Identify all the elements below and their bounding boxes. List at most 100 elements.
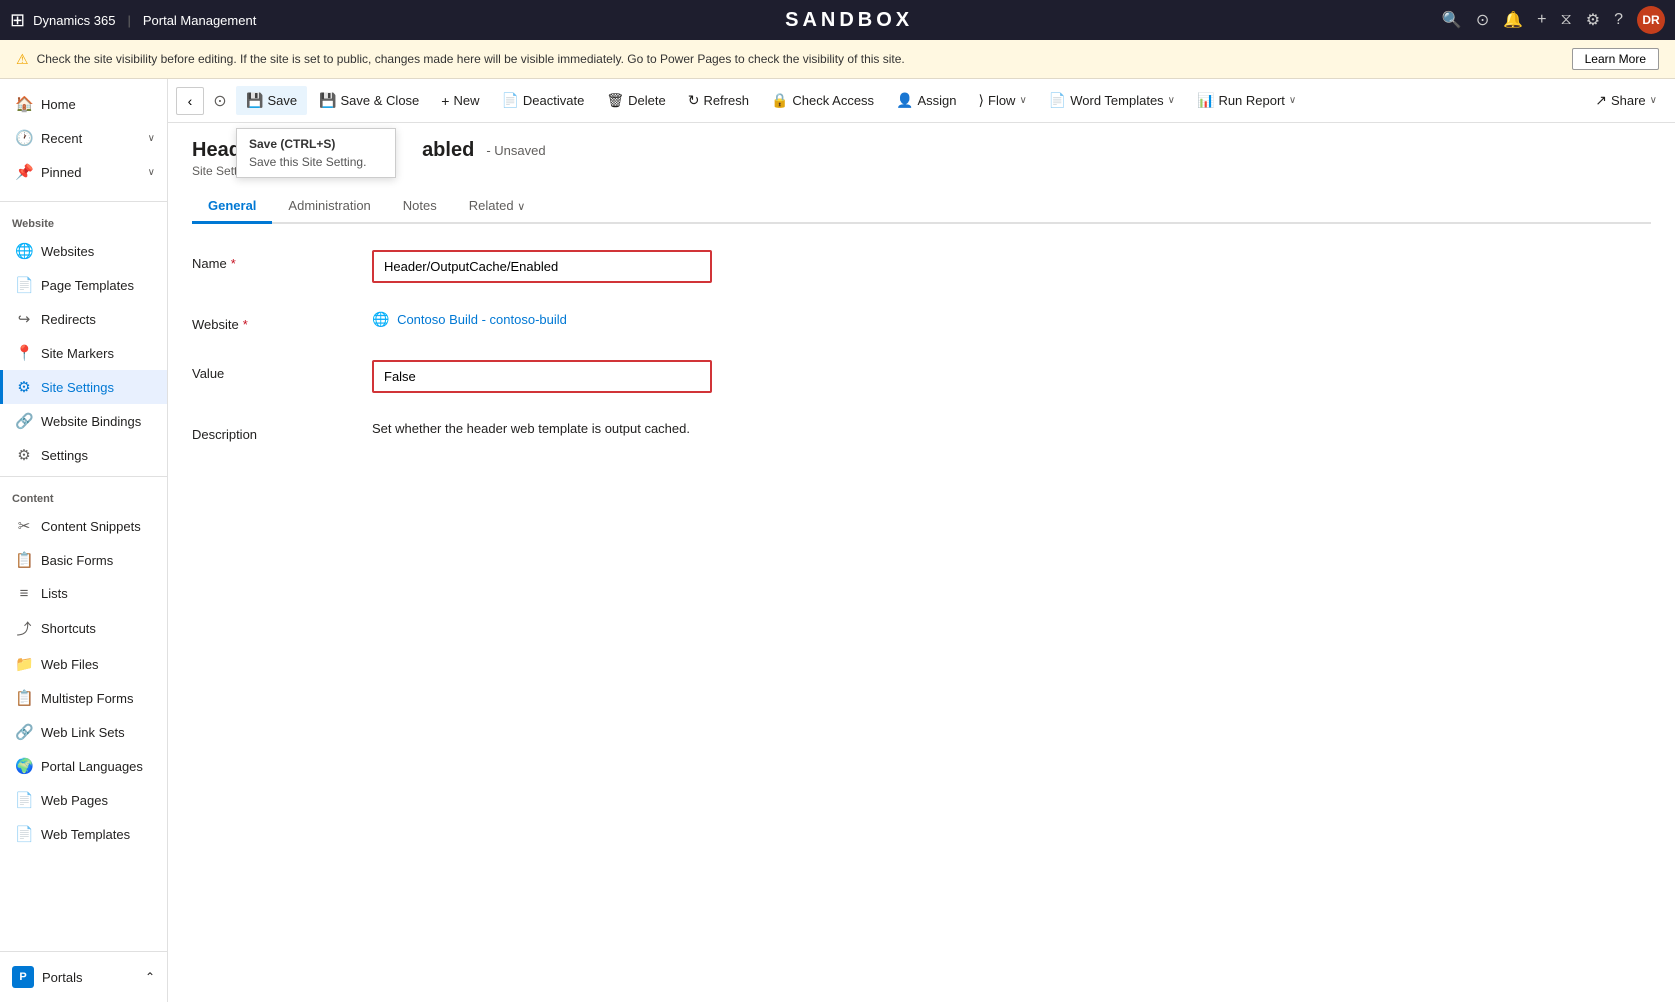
sidebar-item-recent[interactable]: 🕐 Recent ∨ [0,121,167,155]
sidebar-item-label: Page Templates [41,278,134,293]
share-button[interactable]: ↗ Share ∨ [1585,86,1667,115]
tabs: General Administration Notes Related ∨ [192,190,1651,224]
flow-button[interactable]: ⟩ Flow ∨ [969,86,1037,115]
sidebar-item-label: Web Pages [41,793,108,808]
app-grid-icon[interactable]: ⊞ [10,10,25,31]
save-button[interactable]: 💾 Save [236,86,307,115]
sidebar-item-shortcuts[interactable]: ⤴ Shortcuts [0,610,167,647]
run-report-button[interactable]: 📊 Run Report ∨ [1187,86,1306,115]
sidebar-item-site-settings[interactable]: ⚙ Site Settings [0,370,167,404]
sidebar-item-label: Shortcuts [41,621,96,636]
value-input[interactable] [376,364,708,389]
sidebar-item-label: Websites [41,244,94,259]
settings-icon[interactable]: ⚙ [1586,10,1600,30]
sidebar-item-basic-forms[interactable]: 📋 Basic Forms [0,543,167,577]
lists-icon: ≡ [15,585,33,602]
website-link[interactable]: Contoso Build - contoso-build [397,312,567,327]
pinned-icon: 📌 [15,163,33,181]
brand-label: Dynamics 365 [33,13,115,28]
website-bindings-icon: 🔗 [15,412,33,430]
chevron-icon: ∨ [148,167,155,178]
run-report-icon: 📊 [1197,92,1214,109]
word-templates-label: Word Templates [1070,93,1163,108]
refresh-button[interactable]: ↻ Refresh [678,86,759,115]
notifications-icon[interactable]: 🔔 [1503,10,1523,30]
site-markers-icon: 📍 [15,344,33,362]
name-input-wrapper [372,250,712,283]
name-input[interactable] [376,254,708,279]
sidebar-item-label: Site Settings [41,380,114,395]
sidebar-item-websites[interactable]: 🌐 Websites [0,234,167,268]
deactivate-label: Deactivate [523,93,584,108]
sidebar-item-multistep-forms[interactable]: 📋 Multistep Forms [0,681,167,715]
tab-notes[interactable]: Notes [387,190,453,224]
sidebar-item-website-bindings[interactable]: 🔗 Website Bindings [0,404,167,438]
chevron-icon: ∨ [148,133,155,144]
chevron-down-icon: ∨ [1289,95,1296,106]
chevron-down-icon: ∨ [517,201,525,213]
sidebar-item-portal-languages[interactable]: 🌍 Portal Languages [0,749,167,783]
sidebar-item-lists[interactable]: ≡ Lists [0,577,167,610]
delete-label: Delete [628,93,666,108]
forward-button[interactable]: ⊙ [206,87,234,115]
tab-general[interactable]: General [192,190,272,224]
sidebar-item-web-templates[interactable]: 📄 Web Templates [0,817,167,851]
avatar[interactable]: DR [1637,6,1665,34]
sidebar-item-label: Recent [41,131,82,146]
chevron-down-icon: ∨ [1650,95,1657,106]
filter-icon[interactable]: ⧖ [1561,11,1572,29]
sidebar-item-content-snippets[interactable]: ✂ Content Snippets [0,509,167,543]
save-close-label: Save & Close [341,93,420,108]
sidebar-item-web-link-sets[interactable]: 🔗 Web Link Sets [0,715,167,749]
recent-icon: 🕐 [15,129,33,147]
tab-administration[interactable]: Administration [272,190,386,224]
sidebar-item-redirects[interactable]: ↪ Redirects [0,302,167,336]
recent-icon[interactable]: ⊙ [1476,10,1489,30]
form-section: Name* Website* 🌐 Contoso Bui [192,244,1092,448]
content-snippets-icon: ✂ [15,517,33,535]
new-button[interactable]: + New [431,87,489,115]
name-field [372,250,1092,283]
check-access-icon: 🔒 [771,92,788,109]
top-navigation: ⊞ Dynamics 365 | Portal Management SANDB… [0,0,1675,40]
help-icon[interactable]: ? [1614,11,1623,29]
info-banner: ⚠ Check the site visibility before editi… [0,40,1675,79]
deactivate-button[interactable]: 📄 Deactivate [491,86,594,115]
tab-related[interactable]: Related ∨ [453,190,542,224]
nav-separator: | [127,13,130,28]
sidebar-item-label: Web Templates [41,827,130,842]
back-button[interactable]: ‹ [176,87,204,115]
sidebar-item-page-templates[interactable]: 📄 Page Templates [0,268,167,302]
portals-label: Portals [42,970,82,985]
globe-icon: 🌐 [372,311,389,327]
main-layout: 🏠 Home 🕐 Recent ∨ 📌 Pinned ∨ Website 🌐 W… [0,79,1675,1002]
sidebar-item-web-files[interactable]: 📁 Web Files [0,647,167,681]
nav-icons: 🔍 ⊙ 🔔 + ⧖ ⚙ ? DR [1442,6,1665,34]
sidebar-item-settings[interactable]: ⚙ Settings [0,438,167,472]
word-templates-button[interactable]: 📄 Word Templates ∨ [1039,86,1185,115]
content-section-label: Content [0,481,167,509]
portals-bottom-item[interactable]: P Portals ⌃ [0,958,167,996]
sidebar-item-label: Home [41,97,76,112]
sidebar-item-site-markers[interactable]: 📍 Site Markers [0,336,167,370]
learn-more-button[interactable]: Learn More [1572,48,1659,70]
search-icon[interactable]: 🔍 [1442,10,1462,30]
page-templates-icon: 📄 [15,276,33,294]
info-banner-text: Check the site visibility before editing… [37,52,905,66]
description-value: Set whether the header web template is o… [372,421,1092,436]
sidebar-item-web-pages[interactable]: 📄 Web Pages [0,783,167,817]
assign-button[interactable]: 👤 Assign [886,86,966,115]
add-icon[interactable]: + [1537,11,1546,29]
save-icon: 💾 [246,92,263,109]
web-templates-icon: 📄 [15,825,33,843]
web-pages-icon: 📄 [15,791,33,809]
delete-button[interactable]: 🗑 Delete [596,86,675,115]
sidebar-top: 🏠 Home 🕐 Recent ∨ 📌 Pinned ∨ [0,79,167,197]
sidebar-bottom: P Portals ⌃ [0,951,167,1002]
check-access-button[interactable]: 🔒 Check Access [761,86,884,115]
delete-icon: 🗑 [606,92,624,109]
value-input-wrapper [372,360,712,393]
sidebar-item-pinned[interactable]: 📌 Pinned ∨ [0,155,167,189]
sidebar-item-home[interactable]: 🏠 Home [0,87,167,121]
save-close-button[interactable]: 💾 Save & Close [309,86,429,115]
